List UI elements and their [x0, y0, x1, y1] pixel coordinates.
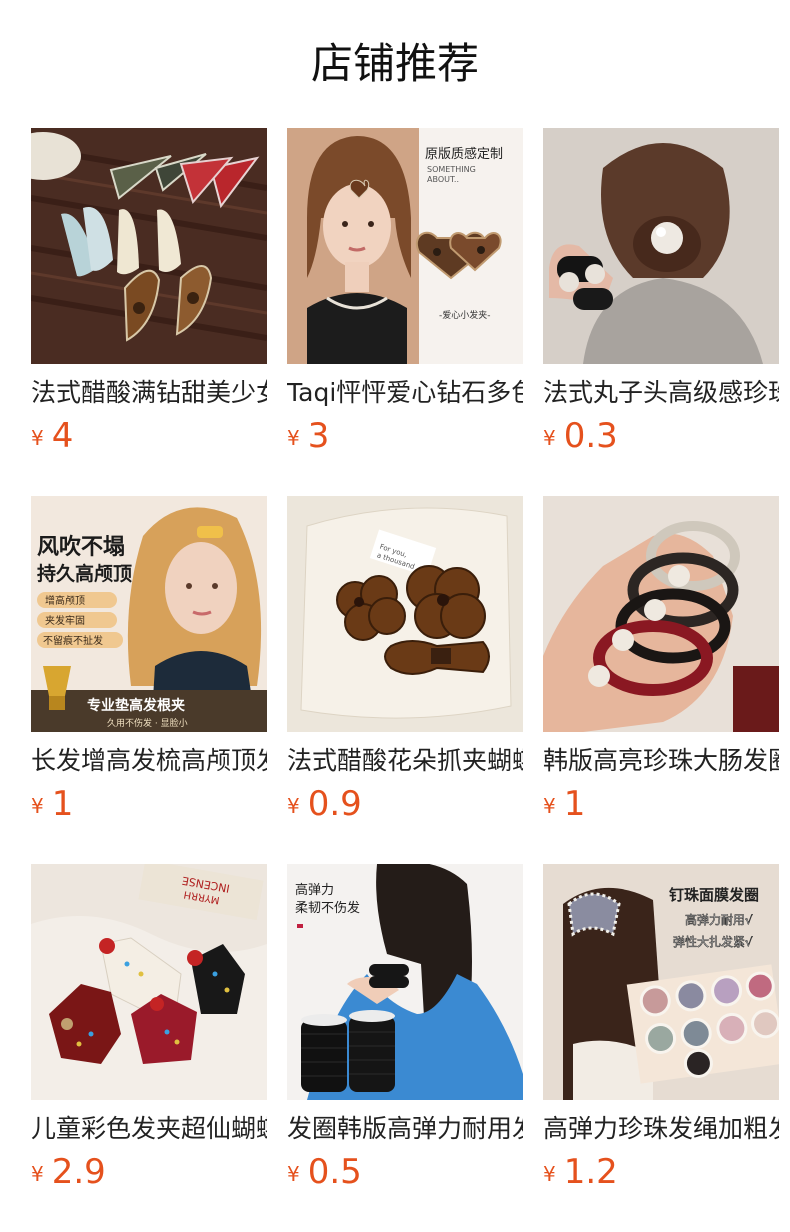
product-card[interactable]: 法式丸子头高级感珍珠发圈 ¥0.3	[543, 128, 779, 468]
svg-text:夹发牢固: 夹发牢固	[45, 614, 85, 627]
price-amount: 0.9	[307, 784, 362, 824]
hair-clips-wood-table-icon	[31, 128, 267, 364]
product-image[interactable]: 高弹力 柔韧不伤发	[287, 864, 523, 1100]
price-amount: 1	[51, 784, 74, 824]
currency-symbol: ¥	[543, 426, 556, 450]
product-card[interactable]: 原版质感定制 SOMETHING ABOUT.. -爱心小发夹- Taqi怦怦爱…	[287, 128, 523, 468]
pearl-scrunchie-bun-icon	[543, 128, 779, 364]
product-name[interactable]: 法式醋酸满钻甜美少女发夹	[31, 376, 267, 410]
tortoise-flower-clips-icon: For you, a thousand	[287, 496, 523, 732]
product-image[interactable]: 原版质感定制 SOMETHING ABOUT.. -爱心小发夹-	[287, 128, 523, 364]
price-amount: 0.5	[307, 1152, 362, 1192]
product-price: ¥4	[31, 416, 73, 456]
product-card[interactable]: 高弹力 柔韧不伤发 发圈韩版高弹力耐用发绳 ¥0.5	[287, 864, 523, 1204]
product-price: ¥2.9	[31, 1152, 106, 1192]
product-name[interactable]: Taqi怦怦爱心钻石多色发夹	[287, 376, 523, 410]
product-name[interactable]: 法式醋酸花朵抓夹蝴蝶结发夹	[287, 744, 523, 778]
product-card[interactable]: 钉珠面膜发圈 高弹力耐用√ 弹性大扎发紧√ 高弹力珍珠发绳加粗发圈 ¥1.2	[543, 864, 779, 1204]
price-amount: 4	[51, 416, 74, 456]
svg-text:钉珠面膜发圈: 钉珠面膜发圈	[669, 886, 759, 904]
svg-text:弹性大扎发紧√: 弹性大扎发紧√	[673, 934, 753, 949]
product-price: ¥1.2	[543, 1152, 618, 1192]
heart-hair-clip-model-icon: 原版质感定制 SOMETHING ABOUT.. -爱心小发夹-	[287, 128, 523, 364]
svg-text:专业垫高发根夹: 专业垫高发根夹	[87, 697, 185, 714]
product-price: ¥0.5	[287, 1152, 362, 1192]
svg-text:ABOUT..: ABOUT..	[427, 175, 459, 184]
svg-text:SOMETHING: SOMETHING	[427, 165, 476, 174]
product-card[interactable]: 风吹不塌 持久高颅顶 增高颅顶 夹发牢固 不留痕不扯发 专业垫高发根夹 久用不伤…	[31, 496, 267, 836]
product-image[interactable]	[543, 128, 779, 364]
svg-text:高弹力: 高弹力	[295, 882, 334, 898]
product-price: ¥1	[543, 784, 585, 824]
price-amount: 2.9	[51, 1152, 106, 1192]
product-image[interactable]: 风吹不塌 持久高颅顶 增高颅顶 夹发牢固 不留痕不扯发 专业垫高发根夹 久用不伤…	[31, 496, 267, 732]
currency-symbol: ¥	[31, 426, 44, 450]
currency-symbol: ¥	[31, 1162, 44, 1186]
svg-text:风吹不塌: 风吹不塌	[37, 534, 125, 560]
product-image[interactable]	[31, 128, 267, 364]
product-price: ¥1	[31, 784, 73, 824]
black-hair-ties-icon: 高弹力 柔韧不伤发	[287, 864, 523, 1100]
currency-symbol: ¥	[543, 1162, 556, 1186]
svg-text:-爱心小发夹-: -爱心小发夹-	[439, 309, 491, 321]
product-card[interactable]: 韩版高亮珍珠大肠发圈 ¥1	[543, 496, 779, 836]
product-image[interactable]: For you, a thousand	[287, 496, 523, 732]
currency-symbol: ¥	[287, 794, 300, 818]
pearl-hair-rings-box-icon: 钉珠面膜发圈 高弹力耐用√ 弹性大扎发紧√	[543, 864, 779, 1100]
product-name[interactable]: 韩版高亮珍珠大肠发圈	[543, 744, 779, 778]
price-amount: 3	[307, 416, 330, 456]
product-price: ¥3	[287, 416, 329, 456]
product-name[interactable]: 儿童彩色发夹超仙蝴蝶结发饰	[31, 1112, 267, 1146]
product-name[interactable]: 长发增高发梳高颅顶发夹	[31, 744, 267, 778]
currency-symbol: ¥	[287, 426, 300, 450]
svg-text:高弹力耐用√: 高弹力耐用√	[685, 912, 753, 927]
svg-text:久用不伤发 · 显脸小: 久用不伤发 · 显脸小	[107, 717, 188, 729]
product-name[interactable]: 高弹力珍珠发绳加粗发圈	[543, 1112, 779, 1146]
currency-symbol: ¥	[543, 794, 556, 818]
product-price: ¥0.3	[543, 416, 618, 456]
svg-text:增高颅顶: 增高颅顶	[45, 594, 85, 607]
product-name[interactable]: 法式丸子头高级感珍珠发圈	[543, 376, 779, 410]
product-price: ¥0.9	[287, 784, 362, 824]
product-image[interactable]	[543, 496, 779, 732]
product-image[interactable]: MYRRH INCENSE	[31, 864, 267, 1100]
pearl-hair-ties-hand-icon	[543, 496, 779, 732]
kids-cat-clips-icon: MYRRH INCENSE	[31, 864, 267, 1100]
volume-clip-model-icon: 风吹不塌 持久高颅顶 增高颅顶 夹发牢固 不留痕不扯发 专业垫高发根夹 久用不伤…	[31, 496, 267, 732]
price-amount: 0.3	[563, 416, 618, 456]
svg-text:持久高颅顶: 持久高颅顶	[37, 562, 132, 585]
currency-symbol: ¥	[31, 794, 44, 818]
product-name[interactable]: 发圈韩版高弹力耐用发绳	[287, 1112, 523, 1146]
price-amount: 1	[563, 784, 586, 824]
product-card[interactable]: MYRRH INCENSE 儿童彩色发夹超仙蝴蝶结发饰 ¥2.9	[31, 864, 267, 1204]
svg-text:柔韧不伤发: 柔韧不伤发	[295, 900, 360, 916]
svg-text:原版质感定制: 原版质感定制	[425, 146, 503, 162]
price-amount: 1.2	[563, 1152, 618, 1192]
page-title: 店铺推荐	[310, 39, 479, 88]
svg-text:不留痕不扯发: 不留痕不扯发	[43, 634, 103, 647]
product-card[interactable]: For you, a thousand 法式醋酸花朵抓夹蝴蝶结发	[287, 496, 523, 836]
product-card[interactable]: 法式醋酸满钻甜美少女发夹 ¥4	[31, 128, 267, 468]
product-image[interactable]: 钉珠面膜发圈 高弹力耐用√ 弹性大扎发紧√	[543, 864, 779, 1100]
currency-symbol: ¥	[287, 1162, 300, 1186]
